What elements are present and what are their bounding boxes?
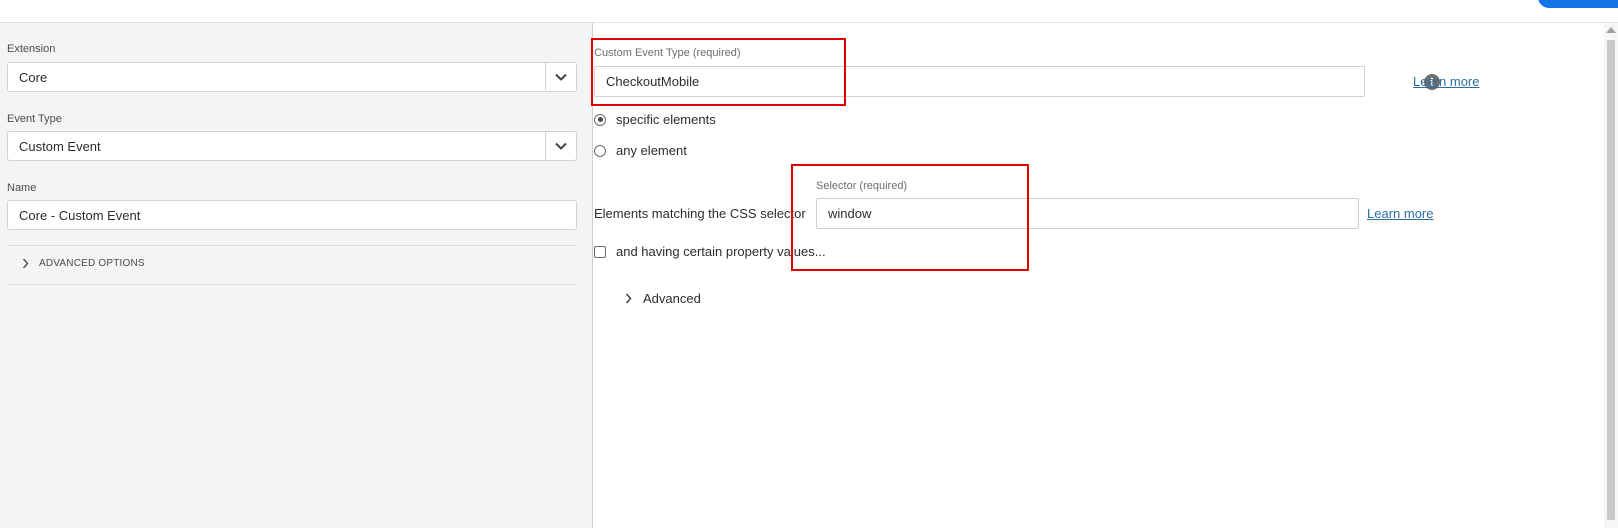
chevron-right-icon <box>22 258 29 269</box>
radio-circle[interactable] <box>594 144 606 157</box>
extension-label: Extension <box>7 43 56 55</box>
radio-specific-elements[interactable]: specific elements <box>594 112 716 127</box>
chevron-right-icon <box>625 293 632 304</box>
radio-any-element[interactable]: any element <box>594 143 687 158</box>
name-input[interactable]: Core - Custom Event <box>7 200 577 230</box>
custom-event-type-input[interactable]: CheckoutMobile <box>594 66 1365 97</box>
selector-label: Selector (required) <box>816 180 908 192</box>
learn-more-link[interactable]: Learn more <box>1413 74 1479 89</box>
divider <box>7 245 577 246</box>
name-value: Core - Custom Event <box>19 208 141 223</box>
primary-action-button[interactable] <box>1538 0 1618 8</box>
radio-circle[interactable] <box>594 113 606 126</box>
custom-event-type-label: Custom Event Type (required) <box>594 47 741 59</box>
advanced-options-label: ADVANCED OPTIONS <box>39 258 145 269</box>
selector-value: window <box>828 206 872 221</box>
chevron-down-icon[interactable] <box>545 132 576 160</box>
scroll-up-icon[interactable] <box>1606 27 1616 33</box>
checkbox[interactable] <box>594 245 606 258</box>
chevron-down-icon[interactable] <box>545 63 576 91</box>
radio-specific-label: specific elements <box>616 112 716 127</box>
event-type-select[interactable]: Custom Event <box>7 131 577 161</box>
property-values-label: and having certain property values... <box>616 244 826 259</box>
name-label: Name <box>7 182 37 194</box>
event-type-label: Event Type <box>7 113 62 125</box>
radio-any-label: any element <box>616 143 687 158</box>
top-bar <box>0 0 1618 23</box>
learn-more-link-selector[interactable]: Learn more <box>1367 206 1433 221</box>
advanced-label: Advanced <box>643 291 701 306</box>
property-values-checkbox[interactable]: and having certain property values... <box>594 244 826 259</box>
extension-select[interactable]: Core <box>7 62 577 92</box>
css-selector-prefix: Elements matching the CSS selector <box>594 206 806 221</box>
selector-input[interactable]: window <box>816 198 1359 229</box>
scrollbar-thumb[interactable] <box>1607 40 1615 520</box>
advanced-toggle[interactable]: Advanced <box>625 291 701 306</box>
advanced-options-toggle[interactable]: ADVANCED OPTIONS <box>22 258 145 269</box>
divider <box>7 284 577 285</box>
custom-event-type-value: CheckoutMobile <box>606 74 700 89</box>
event-type-value: Custom Event <box>19 139 101 154</box>
extension-value: Core <box>19 70 48 85</box>
left-panel <box>0 23 593 528</box>
